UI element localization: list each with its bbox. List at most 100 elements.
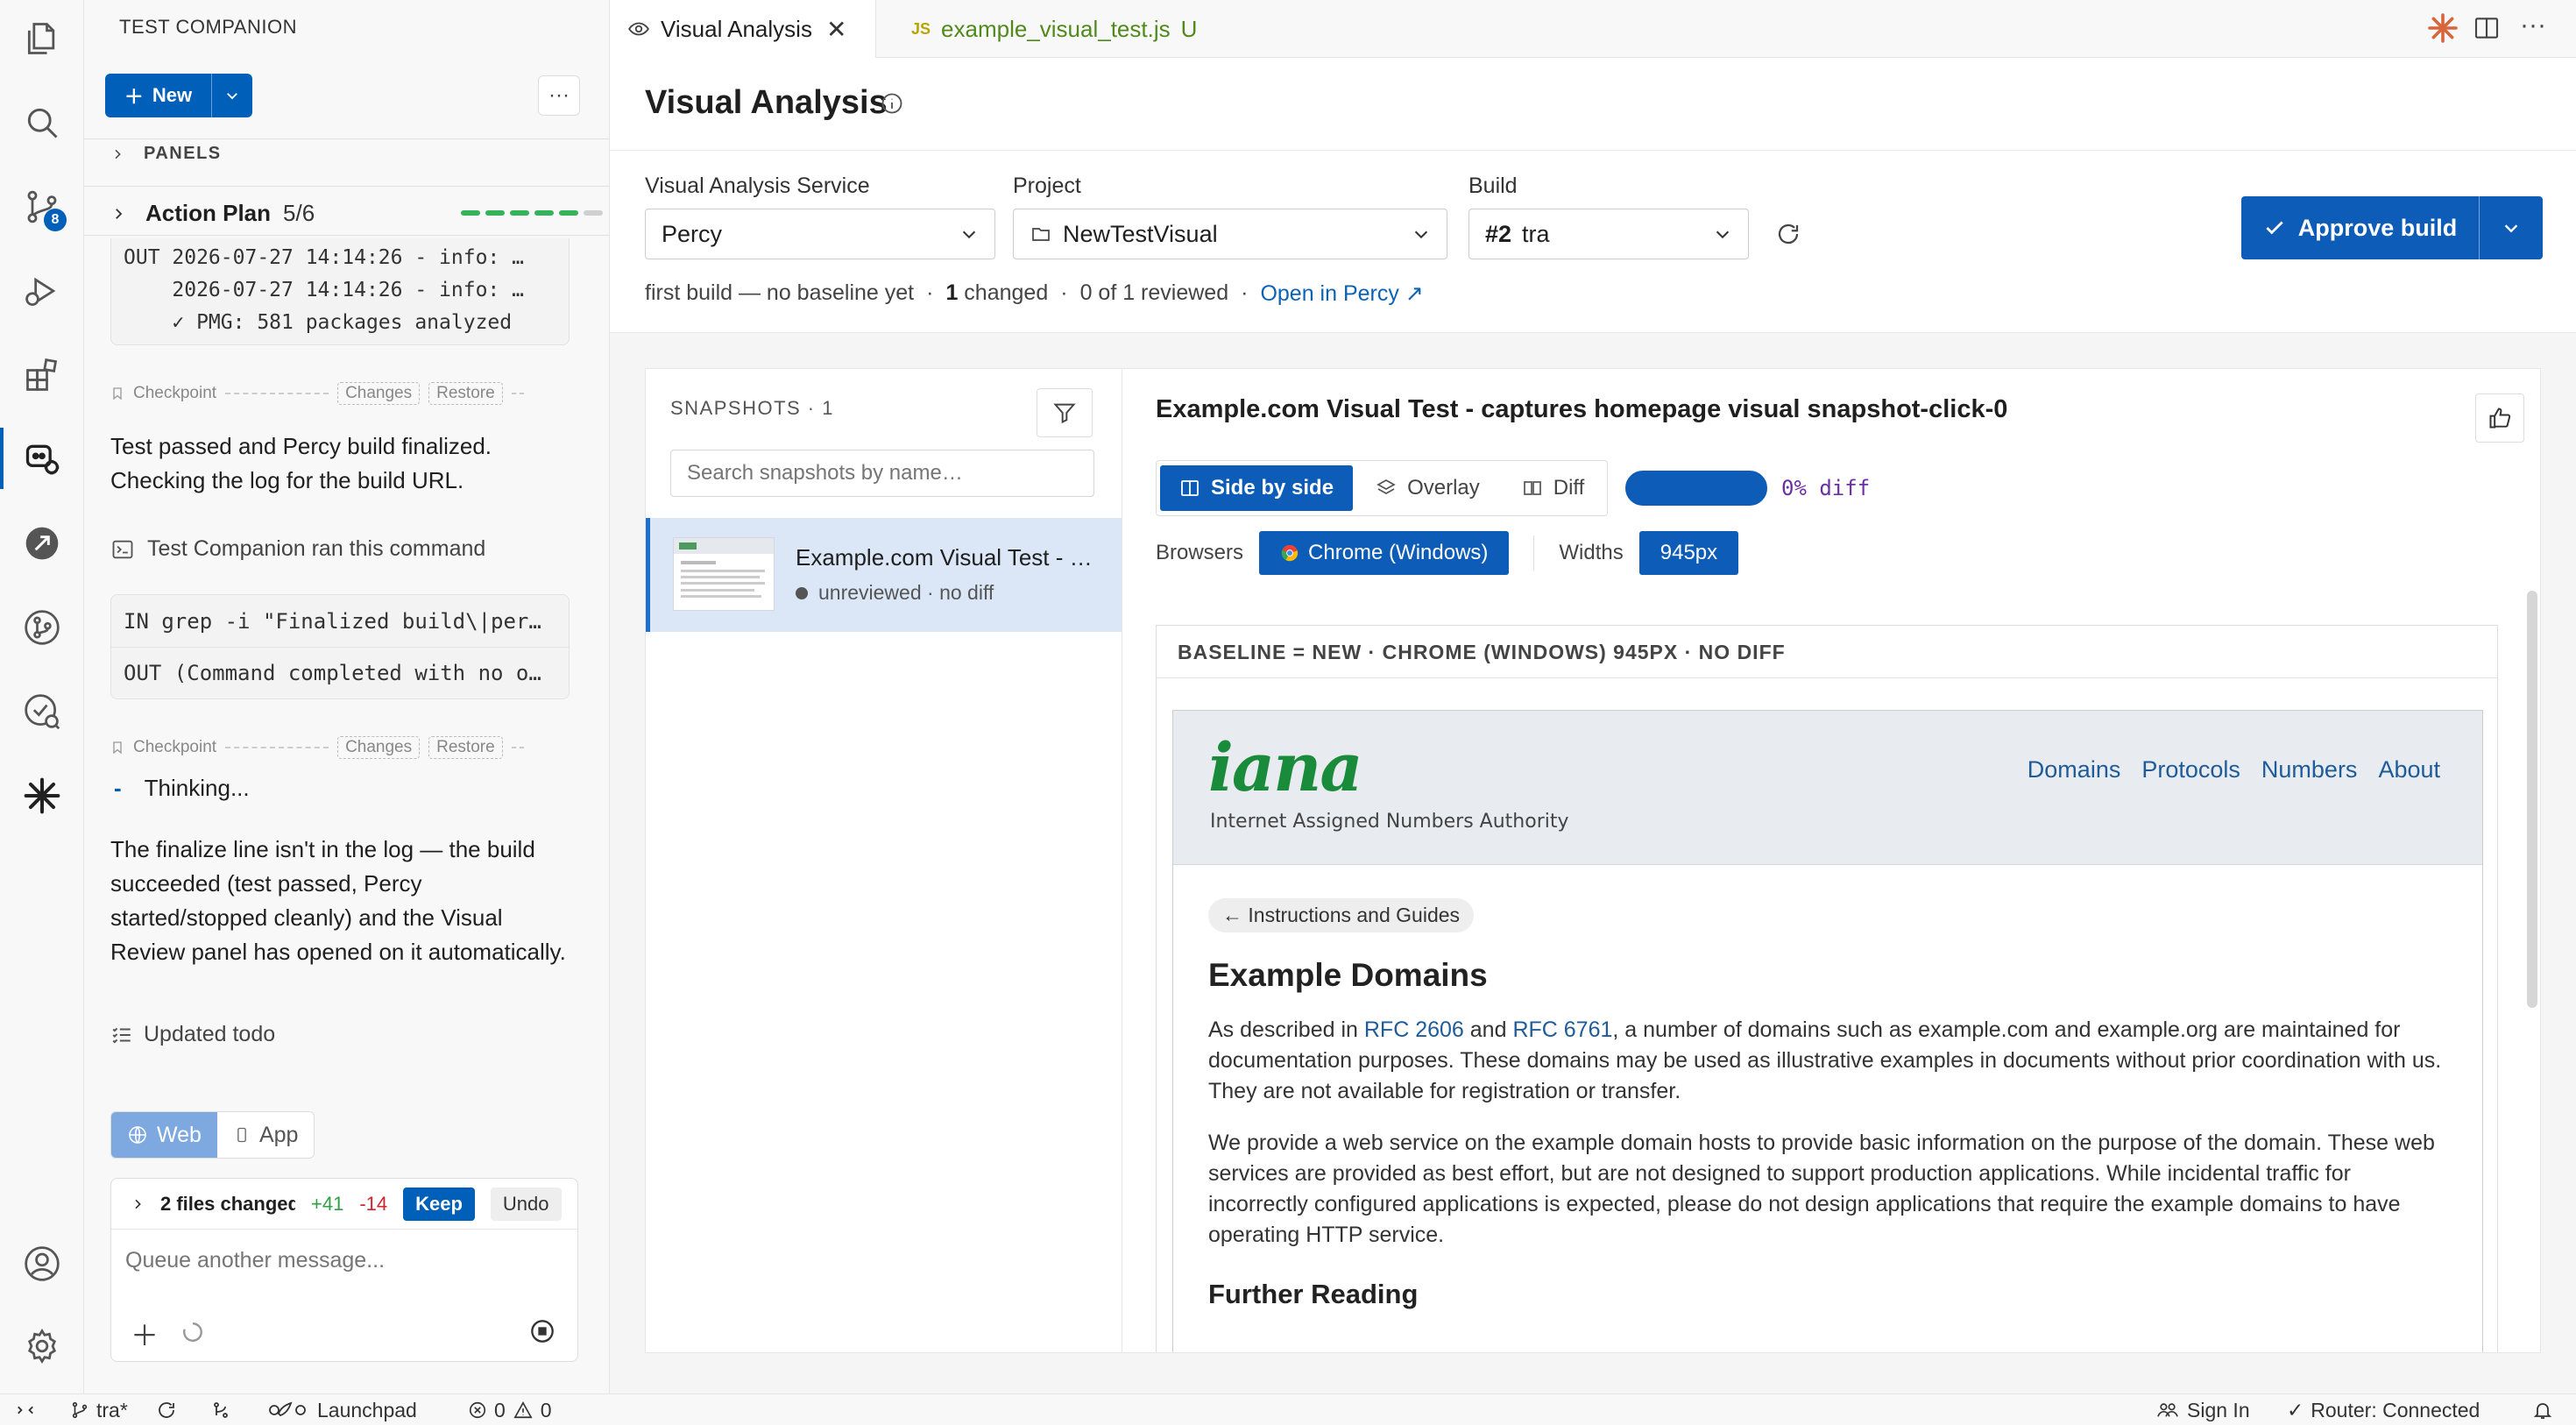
phone-icon bbox=[237, 1127, 246, 1143]
files-changed-row[interactable]: 2 files changed +41 -14 Keep Undo bbox=[111, 1179, 577, 1230]
open-in-percy-link[interactable]: Open in Percy ↗ bbox=[1260, 280, 1423, 307]
chevron-down-icon bbox=[962, 230, 976, 239]
sync-icon[interactable] bbox=[156, 1394, 177, 1425]
stop-icon[interactable] bbox=[530, 1319, 555, 1343]
snapshot-name: Example.com Visual Test - … bbox=[796, 544, 1093, 571]
chevron-down-icon bbox=[1716, 230, 1730, 239]
thinking-indicator: - Thinking... bbox=[114, 775, 250, 801]
approve-snapshot-button[interactable] bbox=[2475, 393, 2524, 443]
layers-icon bbox=[1376, 479, 1396, 494]
filter-button[interactable] bbox=[1037, 388, 1093, 437]
sidebar-title: TEST COMPANION bbox=[119, 16, 297, 38]
keep-button[interactable]: Keep bbox=[403, 1187, 475, 1221]
new-button[interactable]: ＋ New bbox=[105, 74, 252, 117]
checkpoint-row: Checkpoint Changes Restore bbox=[110, 382, 524, 405]
service-label: Visual Analysis Service bbox=[645, 174, 870, 198]
notifications-bell-icon[interactable] bbox=[2532, 1394, 2553, 1425]
detail-scrollbar[interactable] bbox=[2527, 591, 2537, 1008]
snapshot-search-input[interactable] bbox=[670, 450, 1094, 497]
tab-visual-analysis[interactable]: Visual Analysis ✕ bbox=[610, 0, 876, 58]
snapshot-subheading: Further Reading bbox=[1208, 1279, 1419, 1309]
folder-icon bbox=[1032, 228, 1050, 241]
remote-icon[interactable] bbox=[21, 522, 63, 564]
explorer-icon[interactable] bbox=[21, 18, 63, 60]
mode-app-button[interactable]: App bbox=[217, 1112, 314, 1158]
view-diff-button[interactable]: Diff bbox=[1503, 465, 1604, 511]
git-graph-icon[interactable] bbox=[21, 606, 63, 649]
problems-indicator[interactable]: 0 0 bbox=[468, 1394, 552, 1425]
account-icon[interactable] bbox=[21, 1243, 63, 1285]
view-overlay-button[interactable]: Overlay bbox=[1356, 465, 1499, 511]
chevron-right-icon bbox=[135, 1199, 141, 1209]
refresh-icon[interactable] bbox=[1775, 221, 1801, 247]
action-plan-progress bbox=[461, 210, 603, 216]
add-attachment-icon[interactable]: ＋ bbox=[131, 1314, 159, 1354]
sign-in-item[interactable]: Sign In bbox=[2155, 1394, 2250, 1425]
source-control-icon[interactable]: 8 bbox=[21, 186, 67, 231]
new-dropdown-chevron-icon[interactable] bbox=[212, 74, 252, 117]
changes-button[interactable]: Changes bbox=[337, 382, 421, 405]
view-side-by-side-button[interactable]: Side by side bbox=[1160, 465, 1354, 511]
info-icon[interactable] bbox=[880, 91, 904, 116]
approve-dropdown-chevron-icon[interactable] bbox=[2480, 196, 2543, 259]
testing-icon[interactable] bbox=[21, 691, 63, 733]
diff-icon bbox=[1523, 481, 1541, 495]
snapshot-render: iana Internet Assigned Numbers Authority… bbox=[1172, 710, 2483, 1352]
git-graph-status-icon[interactable] bbox=[210, 1394, 231, 1425]
check-icon: ✓ bbox=[2287, 1398, 2304, 1421]
queue-message-input[interactable] bbox=[111, 1238, 577, 1282]
snapshot-paragraph: As described in RFC 2606 and RFC 6761, a… bbox=[1208, 1017, 2442, 1103]
snapshots-panel: SNAPSHOTS · 1 Example.com Visual Test - … bbox=[645, 368, 1122, 1353]
settings-gear-icon[interactable] bbox=[21, 1325, 63, 1367]
diff-percentage: 0% diff bbox=[1781, 476, 1871, 500]
project-select[interactable]: NewTestVisual bbox=[1013, 209, 1447, 259]
mode-web-button[interactable]: Web bbox=[111, 1112, 217, 1158]
close-tab-icon[interactable]: ✕ bbox=[826, 15, 846, 44]
filter-icon bbox=[1053, 403, 1076, 424]
snapshot-list-item[interactable]: Example.com Visual Test - … unreviewed ·… bbox=[646, 518, 1122, 632]
project-label: Project bbox=[1013, 174, 1081, 198]
assistant-message: The finalize line isn't in the log — the… bbox=[110, 836, 566, 965]
bookmark-icon bbox=[113, 741, 122, 755]
run-debug-icon[interactable] bbox=[21, 270, 63, 312]
chevron-right-icon bbox=[115, 149, 121, 159]
thinking-spinner-icon: - bbox=[114, 775, 122, 801]
test-companion-icon[interactable] bbox=[21, 438, 63, 480]
router-status[interactable]: ✓ Router: Connected bbox=[2287, 1394, 2480, 1425]
page-header: Visual Analysis bbox=[610, 58, 2576, 151]
action-plan-toggle[interactable]: Action Plan 5/6 bbox=[110, 200, 315, 227]
updated-todo-row[interactable]: Updated todo bbox=[110, 1022, 275, 1047]
more-actions-button[interactable]: ··· bbox=[538, 75, 580, 116]
spark-icon[interactable] bbox=[21, 775, 63, 817]
loading-spinner-icon bbox=[183, 1322, 202, 1342]
branch-indicator[interactable]: tra* bbox=[70, 1394, 128, 1425]
checklist-icon bbox=[112, 1027, 131, 1044]
status-bar: tra* Launchpad 0 0 Sign In ✓ Router: Con… bbox=[0, 1393, 2576, 1425]
globe-icon bbox=[129, 1126, 146, 1144]
service-select[interactable]: Percy bbox=[645, 209, 995, 259]
search-icon[interactable] bbox=[21, 102, 63, 144]
launchpad-item[interactable]: Launchpad bbox=[268, 1394, 417, 1425]
iana-nav: Domains Protocols Numbers About bbox=[2027, 756, 2440, 783]
split-editor-icon[interactable] bbox=[2473, 14, 2501, 42]
more-tab-actions-icon[interactable]: ··· bbox=[2520, 11, 2546, 40]
browser-chip[interactable]: Chrome (Windows) bbox=[1259, 531, 1510, 575]
approve-build-button[interactable]: Approve build bbox=[2241, 196, 2543, 259]
config-bar: Visual Analysis Service Percy Project Ne… bbox=[610, 151, 2576, 333]
snapshot-paragraph: We provide a web service on the example … bbox=[1208, 1131, 2435, 1247]
browser-width-row: Browsers Chrome (Windows) Widths 945px bbox=[1156, 530, 1739, 576]
restore-button[interactable]: Restore bbox=[428, 382, 503, 405]
ran-command-row[interactable]: Test Companion ran this command bbox=[110, 536, 485, 562]
build-select[interactable]: #2 tra bbox=[1468, 209, 1749, 259]
undo-button[interactable]: Undo bbox=[490, 1187, 562, 1221]
changes-button[interactable]: Changes bbox=[337, 736, 421, 759]
remote-indicator-icon[interactable] bbox=[14, 1394, 37, 1425]
extensions-icon[interactable] bbox=[21, 354, 63, 396]
width-chip[interactable]: 945px bbox=[1638, 531, 1739, 575]
tab-example-visual-test[interactable]: JS example_visual_test.js U bbox=[894, 0, 1214, 58]
panels-toggle[interactable]: PANELS bbox=[110, 144, 222, 164]
view-mode-toggle: Side by side Overlay Diff bbox=[1156, 460, 1609, 516]
check-icon bbox=[2266, 221, 2283, 235]
claude-spark-icon[interactable] bbox=[2427, 12, 2459, 44]
restore-button[interactable]: Restore bbox=[428, 736, 503, 759]
